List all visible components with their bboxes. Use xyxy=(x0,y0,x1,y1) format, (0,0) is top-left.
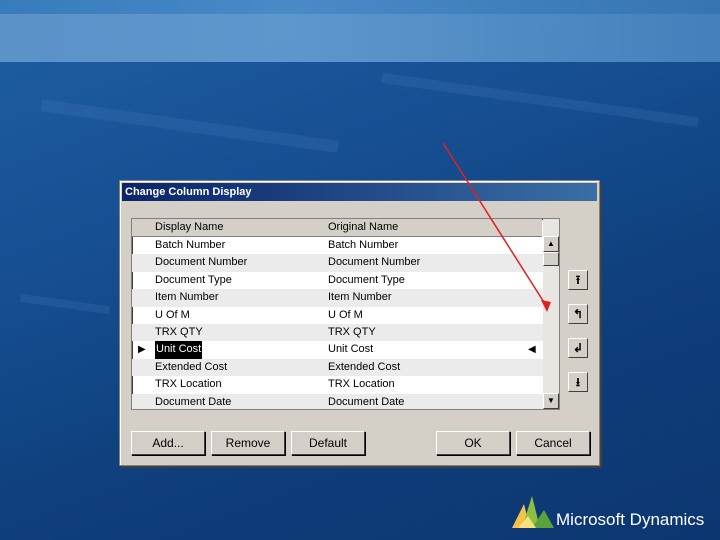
default-button[interactable]: Default xyxy=(291,431,365,455)
row-pointer-icon: ◀ xyxy=(528,344,536,356)
table-row[interactable]: TRX Location TRX Location xyxy=(132,376,543,393)
header-display-name: Display Name xyxy=(155,221,224,233)
cell-original-name: Extended Cost xyxy=(328,360,401,373)
cell-original-name: TRX QTY xyxy=(328,325,376,338)
table-row[interactable]: U Of M U Of M xyxy=(132,307,543,324)
cell-original-name: TRX Location xyxy=(328,378,395,391)
remove-button[interactable]: Remove xyxy=(211,431,285,455)
table-row[interactable]: ▶ ◀ Unit Cost Unit Cost xyxy=(132,341,543,359)
cell-original-name: Batch Number xyxy=(328,239,399,251)
microsoft-dynamics-logo: Microsoft Dynamics xyxy=(508,488,718,532)
column-grid: Display Name Original Name Batch Number B… xyxy=(131,218,560,410)
table-row[interactable]: Extended Cost Extended Cost xyxy=(132,358,543,377)
move-bottom-icon[interactable]: ⭳ xyxy=(568,372,588,392)
table-row[interactable]: Item Number Item Number xyxy=(132,289,543,307)
ok-button[interactable]: OK xyxy=(436,431,510,455)
cell-display-name[interactable]: U Of M xyxy=(155,307,190,324)
table-row[interactable]: Document Type Document Type xyxy=(132,272,543,289)
background-streak xyxy=(19,293,111,315)
cell-original-name: Item Number xyxy=(328,291,392,304)
grid-header: Display Name Original Name xyxy=(132,219,542,237)
table-row[interactable]: Document Number Document Number xyxy=(132,254,543,272)
cell-display-name[interactable]: TRX QTY xyxy=(155,324,203,341)
cell-original-name: Document Number xyxy=(328,256,421,269)
scroll-thumb[interactable] xyxy=(543,252,559,266)
cancel-button[interactable]: Cancel xyxy=(516,431,590,455)
logo-text: Microsoft Dynamics xyxy=(556,510,705,529)
table-row[interactable]: Batch Number Batch Number xyxy=(132,237,543,254)
table-row[interactable]: TRX QTY TRX QTY xyxy=(132,323,543,342)
table-row[interactable]: Document Date Document Date xyxy=(132,393,543,409)
cell-display-name[interactable]: Batch Number xyxy=(155,237,225,254)
dialog-title: Change Column Display xyxy=(122,183,597,201)
background-streak xyxy=(380,72,700,128)
cell-display-name[interactable]: Unit Cost xyxy=(155,341,203,359)
move-up-icon[interactable]: ↰ xyxy=(568,304,588,324)
background-streak xyxy=(40,99,340,153)
row-pointer-icon: ▶ xyxy=(138,344,146,356)
cell-original-name: Document Date xyxy=(328,395,405,408)
scroll-down-icon[interactable]: ▼ xyxy=(543,393,559,409)
header-original-name: Original Name xyxy=(328,221,399,233)
grid-rows: Batch Number Batch Number Document Number D… xyxy=(132,237,543,409)
cell-display-name[interactable]: Document Number xyxy=(155,254,247,271)
cell-display-name[interactable]: Extended Cost xyxy=(155,359,227,376)
dynamics-logo-icon xyxy=(512,496,554,528)
header-band xyxy=(0,0,720,62)
cell-display-name[interactable]: TRX Location xyxy=(155,376,222,393)
cell-display-name[interactable]: Item Number xyxy=(155,289,219,306)
cell-display-name[interactable]: Document Type xyxy=(155,272,232,289)
vertical-scrollbar[interactable]: ▲ ▼ xyxy=(543,219,559,409)
change-column-display-dialog: Change Column Display Display Name Origi… xyxy=(119,180,600,466)
move-top-icon[interactable]: ⭱ xyxy=(568,270,588,290)
cell-original-name: Unit Cost xyxy=(328,343,374,356)
add-button[interactable]: Add... xyxy=(131,431,205,455)
cell-original-name: Document Type xyxy=(328,273,405,286)
move-down-icon[interactable]: ↲ xyxy=(568,338,588,358)
cell-original-name: U Of M xyxy=(328,308,363,321)
scroll-up-icon[interactable]: ▲ xyxy=(543,236,559,252)
cell-display-name[interactable]: Document Date xyxy=(155,394,231,409)
